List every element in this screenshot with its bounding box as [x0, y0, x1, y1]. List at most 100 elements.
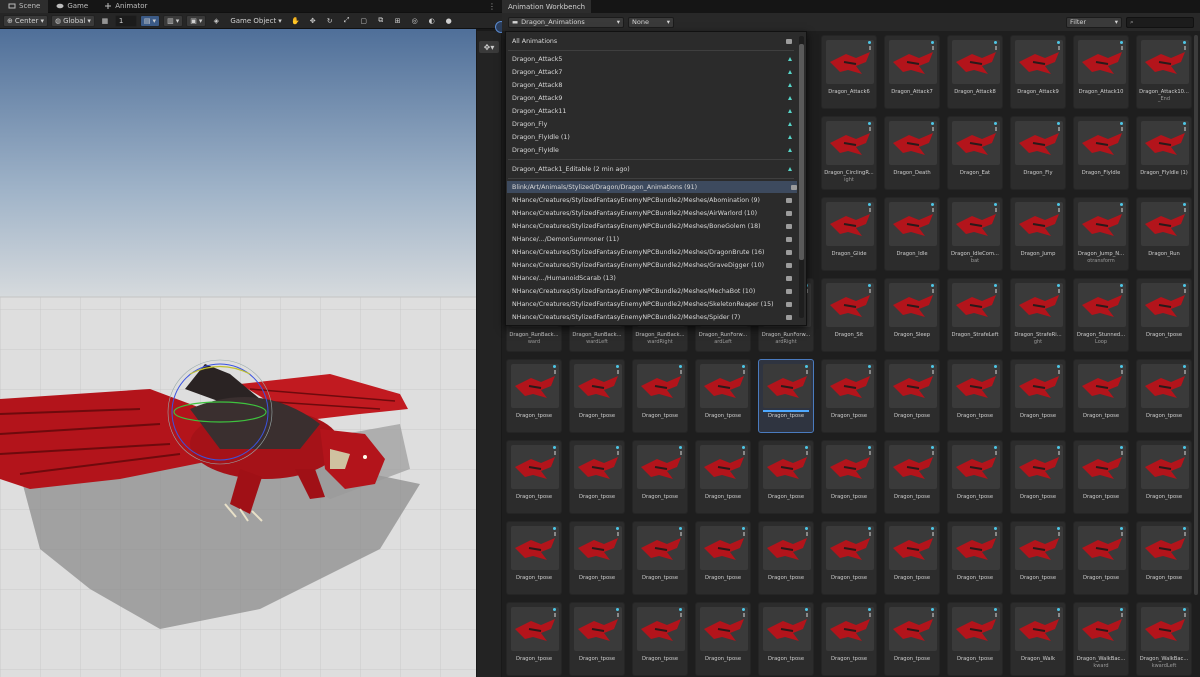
snap-increment-field[interactable]: 1	[114, 14, 137, 27]
animation-card[interactable]: Dragon_tpose	[569, 602, 625, 676]
animation-card[interactable]: Dragon_tpose	[1136, 278, 1192, 352]
options-icon[interactable]	[617, 370, 619, 374]
animation-card[interactable]: Dragon_tpose	[506, 521, 562, 595]
hand-tool-icon[interactable]: ✋	[289, 15, 303, 27]
options-icon[interactable]	[617, 451, 619, 455]
animation-card[interactable]: Dragon_tpose	[1073, 440, 1129, 514]
popup-item-folder[interactable]: NHance/Creatures/StylizedFantasyEnemyNPC…	[512, 259, 792, 271]
view-options-button[interactable]: ▣ ▾	[186, 14, 207, 27]
animation-card[interactable]: Dragon_tpose	[569, 359, 625, 433]
options-icon[interactable]	[680, 532, 682, 536]
options-icon[interactable]	[1184, 208, 1186, 212]
options-icon[interactable]	[617, 613, 619, 617]
options-icon[interactable]	[1058, 289, 1060, 293]
tab-animator[interactable]: Animator	[96, 0, 155, 13]
tab-animation-workbench[interactable]: Animation Workbench	[502, 0, 592, 13]
options-icon[interactable]	[1058, 370, 1060, 374]
animation-card[interactable]: Dragon_FlyIdle	[1073, 116, 1129, 190]
options-icon[interactable]	[1184, 289, 1186, 293]
grid-scrollbar[interactable]	[1194, 35, 1198, 595]
animation-card[interactable]: Dragon_tpose	[506, 359, 562, 433]
popup-item-folder[interactable]: NHance/Creatures/StylizedFantasyEnemyNPC…	[512, 298, 792, 310]
options-icon[interactable]	[1058, 613, 1060, 617]
options-icon[interactable]	[1184, 370, 1186, 374]
animation-card[interactable]: Dragon_tpose	[1073, 521, 1129, 595]
animation-card[interactable]: Dragon_tpose	[1073, 359, 1129, 433]
animation-card[interactable]: Dragon_tpose	[758, 440, 814, 514]
animation-card[interactable]: Dragon_tpose	[884, 521, 940, 595]
pivot-dropdown[interactable]: ⊕ Center ▾	[3, 14, 48, 27]
filter-dropdown[interactable]: Filter ▾	[1066, 16, 1122, 28]
tab-game[interactable]: Game	[48, 0, 96, 13]
options-icon[interactable]	[932, 451, 934, 455]
options-icon[interactable]	[932, 46, 934, 50]
popup-item-all-animations[interactable]: All Animations	[512, 35, 792, 47]
animation-card[interactable]: Dragon_Attack9	[1010, 35, 1066, 109]
grid-snap-icon[interactable]: ▦	[98, 15, 112, 27]
options-icon[interactable]	[1058, 208, 1060, 212]
popup-item-recent[interactable]: Dragon_Attack8	[512, 79, 792, 91]
rect-tool-icon[interactable]: ▢	[357, 15, 371, 27]
options-icon[interactable]	[617, 532, 619, 536]
options-icon[interactable]	[995, 451, 997, 455]
options-icon[interactable]	[806, 370, 808, 374]
options-icon[interactable]	[932, 208, 934, 212]
animation-card[interactable]: Dragon_tpose	[884, 440, 940, 514]
animation-card[interactable]: Dragon_tpose	[632, 359, 688, 433]
animation-card[interactable]: Dragon_Attack8	[947, 35, 1003, 109]
more-options-icon[interactable]: ⋮	[488, 2, 496, 11]
options-icon[interactable]	[554, 613, 556, 617]
animation-card[interactable]: Dragon_tpose	[947, 440, 1003, 514]
animation-card[interactable]: Dragon_tpose	[632, 602, 688, 676]
tool-handle-button[interactable]: ✥▾	[479, 41, 499, 53]
animation-card[interactable]: Dragon_tpose	[947, 602, 1003, 676]
options-icon[interactable]	[1058, 127, 1060, 131]
options-icon[interactable]	[554, 532, 556, 536]
animation-card[interactable]: Dragon_tpose	[695, 440, 751, 514]
popup-item-folder[interactable]: NHance/Creatures/StylizedFantasyEnemyNPC…	[512, 220, 792, 232]
options-icon[interactable]	[806, 532, 808, 536]
animation-card[interactable]: Dragon_Stunned... Loop	[1073, 278, 1129, 352]
options-icon[interactable]	[995, 613, 997, 617]
transform-tool-icon[interactable]: ⧉	[374, 15, 388, 27]
animation-card[interactable]: Dragon_tpose	[695, 521, 751, 595]
options-icon[interactable]	[932, 289, 934, 293]
popup-item-recent[interactable]: Dragon_Attack7	[512, 66, 792, 78]
space-dropdown[interactable]: ◍ Global ▾	[50, 14, 95, 27]
animation-card[interactable]: Dragon_tpose	[821, 521, 877, 595]
animation-card[interactable]: Dragon_FlyIdle (1)	[1136, 116, 1192, 190]
animation-card[interactable]: Dragon_IdleCom... bat	[947, 197, 1003, 271]
popup-item-editable[interactable]: Dragon_Attack1_Editable (2 min ago)	[512, 163, 792, 175]
options-icon[interactable]	[869, 613, 871, 617]
folder-dropdown[interactable]: ▬ Dragon_Animations ▾	[508, 16, 624, 28]
rotate-tool-icon[interactable]: ↻	[323, 15, 337, 27]
scene-viewport[interactable]	[0, 29, 476, 677]
options-icon[interactable]	[932, 370, 934, 374]
move-tool-icon[interactable]: ✥	[306, 15, 320, 27]
animation-card[interactable]: Dragon_tpose	[569, 440, 625, 514]
animation-card[interactable]: Dragon_tpose	[947, 521, 1003, 595]
animation-card[interactable]: Dragon_StrafeRi... ght	[1010, 278, 1066, 352]
options-icon[interactable]	[869, 127, 871, 131]
snap-settings-button[interactable]: ▥ ▾	[163, 14, 184, 27]
animation-card[interactable]: Dragon_CirclingR... ight	[821, 116, 877, 190]
options-icon[interactable]	[554, 451, 556, 455]
animation-card[interactable]: Dragon_tpose	[506, 440, 562, 514]
options-icon[interactable]	[1184, 613, 1186, 617]
popup-item-folder[interactable]: NHance/.../DemonSummoner (11)	[512, 233, 792, 245]
options-icon[interactable]	[1121, 127, 1123, 131]
animation-card[interactable]: Dragon_Attack6	[821, 35, 877, 109]
options-icon[interactable]	[995, 289, 997, 293]
options-icon[interactable]	[743, 532, 745, 536]
animation-card[interactable]: Dragon_Attack7	[884, 35, 940, 109]
options-icon[interactable]	[1121, 370, 1123, 374]
options-icon[interactable]	[1058, 532, 1060, 536]
animation-card[interactable]: Dragon_tpose	[821, 440, 877, 514]
popup-item-folder[interactable]: NHance/Creatures/StylizedFantasyEnemyNPC…	[512, 285, 792, 297]
popup-item-recent[interactable]: Dragon_FlyIdle (1)	[512, 131, 792, 143]
popup-item-folder[interactable]: NHance/Creatures/StylizedFantasyEnemyNPC…	[512, 246, 792, 258]
animation-card[interactable]: Dragon_Eat	[947, 116, 1003, 190]
options-icon[interactable]	[869, 46, 871, 50]
options-icon[interactable]	[995, 127, 997, 131]
animation-card[interactable]: Dragon_Run	[1136, 197, 1192, 271]
